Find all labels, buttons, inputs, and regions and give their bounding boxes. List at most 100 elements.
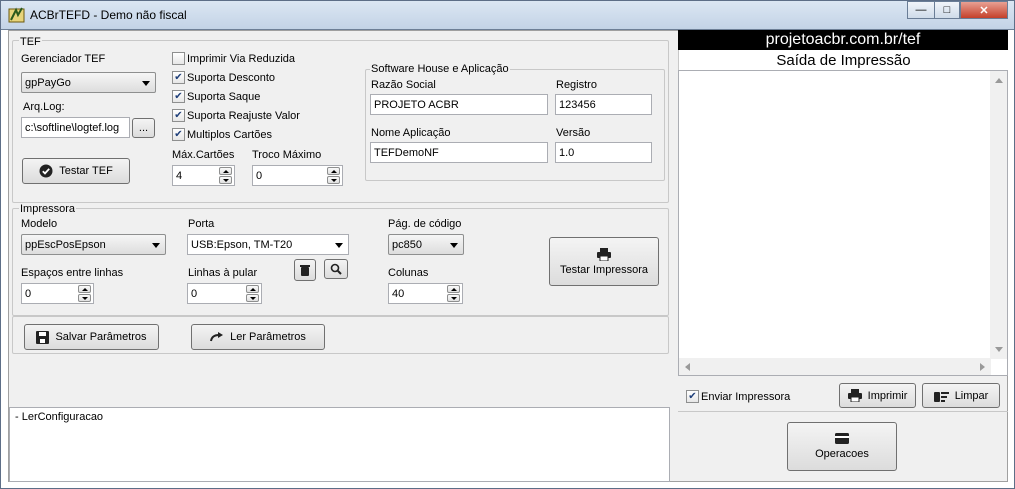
spin-down-icon[interactable] [246,294,259,302]
registro-input[interactable]: 123456 [555,94,652,115]
spin-down-icon[interactable] [447,294,460,302]
ler-parametros-button[interactable]: Ler Parâmetros [191,324,325,350]
spin-up-icon[interactable] [78,285,91,293]
minimize-icon: — [915,4,927,16]
enviar-impressora-checkbox[interactable]: ✔ Enviar Impressora [686,390,790,403]
chevron-down-icon [152,243,160,248]
save-icon [36,330,50,344]
checkbox-icon[interactable]: ✔ [686,390,699,403]
tef-option-checkbox[interactable]: ✔ Suporta Desconto [172,71,275,84]
testar-impressora-label: Testar Impressora [559,263,649,276]
window-title: ACBrTEFD - Demo não fiscal [30,8,187,22]
nome-aplicacao-value: TEFDemoNF [374,146,439,159]
testar-tef-button[interactable]: Testar TEF [22,158,130,184]
troco-value: 0 [256,169,263,182]
spin-up-icon[interactable] [447,285,460,293]
enviar-impressora-label: Enviar Impressora [701,390,791,403]
software-house-title: Software House e Aplicação [370,63,510,75]
spin-down-icon[interactable] [219,176,232,184]
razao-value: PROJETO ACBR [374,98,459,111]
search-button[interactable] [324,259,348,279]
credit-card-icon [835,433,849,444]
saida-memo[interactable] [678,70,1008,376]
checkbox-icon[interactable]: ✔ [172,128,185,141]
tef-option-checkbox[interactable]: ✔ Suporta Saque [172,90,260,103]
printer-icon [597,247,611,261]
salvar-parametros-button[interactable]: Salvar Parâmetros [24,324,159,350]
url-text: projetoacbr.com.br/tef [765,31,921,48]
limpar-label: Limpar [954,389,989,402]
troco-spin[interactable]: 0 [252,165,343,186]
scroll-up-icon[interactable] [995,78,1003,83]
espacos-spin[interactable]: 0 [21,283,94,304]
colunas-spin[interactable]: 40 [388,283,463,304]
maximize-button[interactable]: □ [934,1,960,19]
spin-up-icon[interactable] [219,167,232,175]
spin-up-icon[interactable] [246,285,259,293]
browse-log-button[interactable]: ... [132,118,155,138]
limpar-button[interactable]: Limpar [922,383,1000,408]
porta-label: Porta [188,218,215,230]
minimize-button[interactable]: — [907,1,935,19]
spin-down-icon[interactable] [327,176,340,184]
porta-select[interactable]: USB:Epson, TM-T20 [187,234,349,255]
scroll-down-icon[interactable] [995,347,1003,352]
spin-down-icon[interactable] [78,294,91,302]
espacos-value: 0 [25,287,32,300]
max-cartoes-value: 4 [176,169,183,182]
ler-parametros-label: Ler Parâmetros [230,331,306,343]
tef-option-label: Imprimir Via Reduzida [187,52,296,65]
gerenciador-select[interactable]: gpPayGo [21,72,156,93]
colunas-label: Colunas [388,267,429,279]
arqlog-label: Arq.Log: [23,101,65,113]
redo-icon [210,332,224,342]
saida-title-text: Saída de Impressão [776,51,911,69]
log-memo[interactable]: - LerConfiguracao [9,407,670,482]
salvar-parametros-label: Salvar Parâmetros [55,331,147,343]
saida-title: Saída de Impressão [678,50,1008,70]
versao-label: Versão [556,127,591,139]
troco-label: Troco Máximo [252,149,322,161]
tef-option-checkbox[interactable]: ✔ Multiplos Cartões [172,128,272,141]
razao-input[interactable]: PROJETO ACBR [370,94,548,115]
checkbox-icon[interactable]: ✔ [172,90,185,103]
checkbox-icon[interactable] [172,52,185,65]
testar-impressora-button[interactable]: Testar Impressora [549,237,659,286]
arqlog-value: c:\softline\logtef.log [25,121,120,134]
nome-aplicacao-label: Nome Aplicação [371,127,451,139]
scroll-right-icon[interactable] [980,363,985,371]
url-banner: projetoacbr.com.br/tef [678,30,1008,50]
close-icon: ✕ [979,4,989,17]
tef-option-label: Multiplos Cartões [187,128,272,141]
nome-aplicacao-input[interactable]: TEFDemoNF [370,142,548,163]
pagcod-select[interactable]: pc850 [388,234,464,255]
tef-option-checkbox[interactable]: Imprimir Via Reduzida [172,52,295,65]
tef-option-label: Suporta Desconto [187,71,276,84]
tef-option-checkbox[interactable]: ✔ Suporta Reajuste Valor [172,109,300,122]
versao-input[interactable]: 1.0 [555,142,652,163]
vertical-scrollbar[interactable] [990,71,1007,359]
linhas-value: 0 [191,287,198,300]
linhas-spin[interactable]: 0 [187,283,262,304]
trash-icon [300,265,310,276]
imprimir-button[interactable]: Imprimir [839,383,916,408]
arqlog-input[interactable]: c:\softline\logtef.log [21,117,130,138]
modelo-select[interactable]: ppEscPosEpson [21,234,166,255]
browse-label: ... [138,122,149,134]
log-line: - LerConfiguracao [15,411,104,423]
scroll-left-icon[interactable] [685,363,690,371]
imprimir-label: Imprimir [867,389,908,402]
app-icon [8,7,25,23]
checkbox-icon[interactable]: ✔ [172,71,185,84]
max-cartoes-spin[interactable]: 4 [172,165,235,186]
operacoes-button[interactable]: Operacoes [787,422,897,471]
checkbox-icon[interactable]: ✔ [172,109,185,122]
close-button[interactable]: ✕ [960,1,1008,19]
max-cartoes-label: Máx.Cartões [172,149,235,161]
tef-group-title: TEF [19,36,42,48]
horizontal-scrollbar[interactable] [679,358,991,375]
porta-value: USB:Epson, TM-T20 [191,238,293,251]
linhas-label: Linhas à pular [188,267,258,279]
spin-up-icon[interactable] [327,167,340,175]
trash-button[interactable] [294,259,316,281]
